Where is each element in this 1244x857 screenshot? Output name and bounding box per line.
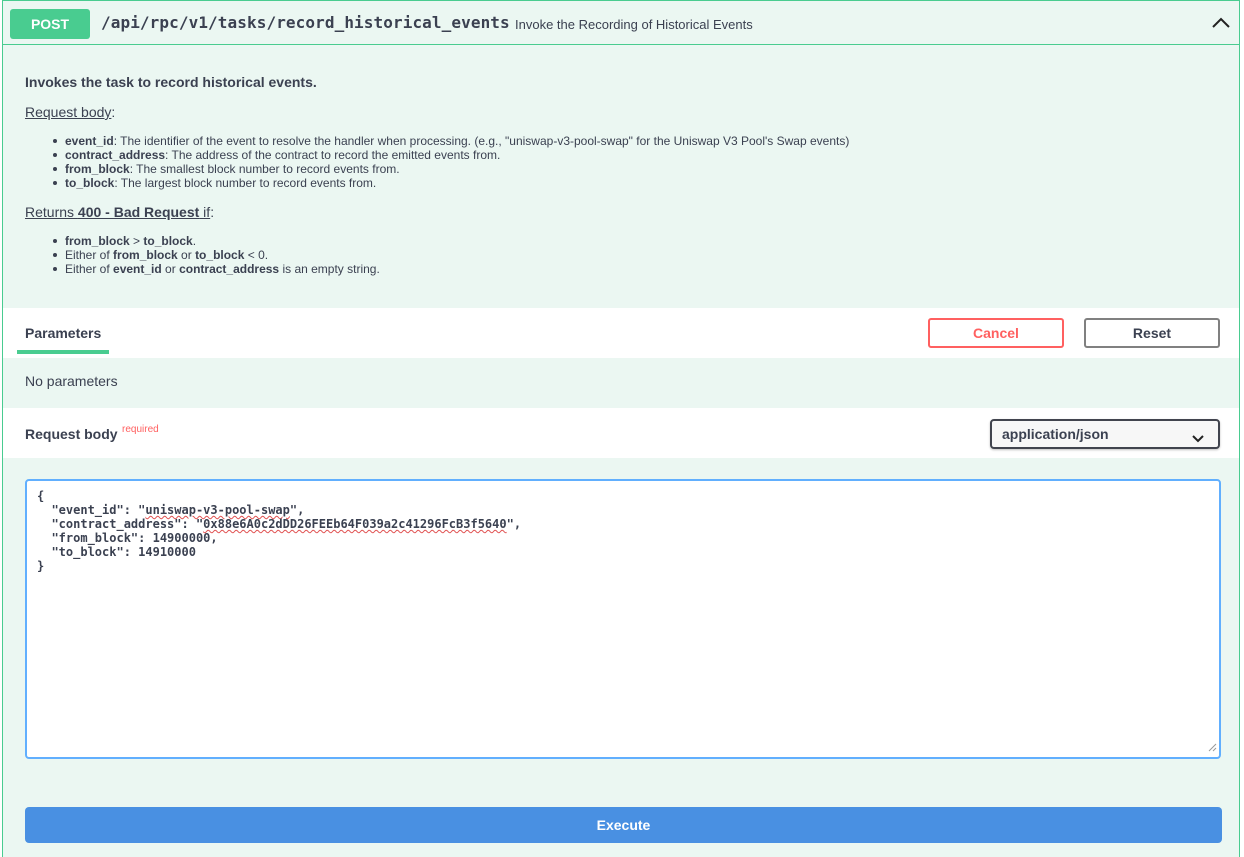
operation-block: POST /api/rpc/v1/tasks/record_historical… (2, 0, 1240, 857)
list-item: Either of from_block or to_block < 0. (53, 248, 380, 262)
request-body-editor[interactable]: { "event_id": "uniswap-v3-pool-swap", "c… (25, 479, 1221, 759)
method-badge: POST (10, 9, 90, 39)
cancel-button[interactable]: Cancel (928, 318, 1064, 348)
endpoint-summary: Invoke the Recording of Historical Event… (515, 17, 753, 32)
operation-summary[interactable]: POST /api/rpc/v1/tasks/record_historical… (3, 1, 1239, 45)
required-badge: required (122, 424, 159, 435)
tab-parameters[interactable]: Parameters (25, 325, 101, 341)
content-type-value: application/json (1002, 426, 1109, 442)
list-item: contract_address: The address of the con… (52, 148, 849, 162)
error-conditions-list: from_block > to_block. Either of from_bl… (53, 234, 380, 276)
list-item: Either of event_id or contract_address i… (53, 262, 380, 276)
tab-active-indicator (17, 350, 109, 354)
reset-button[interactable]: Reset (1084, 318, 1220, 348)
content-type-select[interactable]: application/json (990, 419, 1220, 449)
no-parameters-text: No parameters (25, 373, 118, 389)
request-body-heading: Request body: (25, 104, 116, 120)
request-body-field-list: event_id: The identifier of the event to… (52, 134, 850, 190)
list-item: from_block > to_block. (53, 234, 380, 248)
chevron-down-icon (1192, 430, 1204, 446)
returns-heading: Returns 400 - Bad Request if: (25, 204, 215, 220)
list-item: to_block: The largest block number to re… (52, 176, 849, 190)
operation-description-title: Invokes the task to record historical ev… (25, 74, 317, 90)
endpoint-path: /api/rpc/v1/tasks/record_historical_even… (101, 13, 510, 32)
chevron-up-icon[interactable] (1209, 11, 1233, 35)
request-body-label: Request body (25, 426, 118, 442)
list-item: from_block: The smallest block number to… (52, 162, 849, 176)
list-item: event_id: The identifier of the event to… (52, 134, 850, 148)
resize-handle-icon[interactable] (1208, 741, 1217, 755)
execute-button[interactable]: Execute (25, 807, 1222, 843)
